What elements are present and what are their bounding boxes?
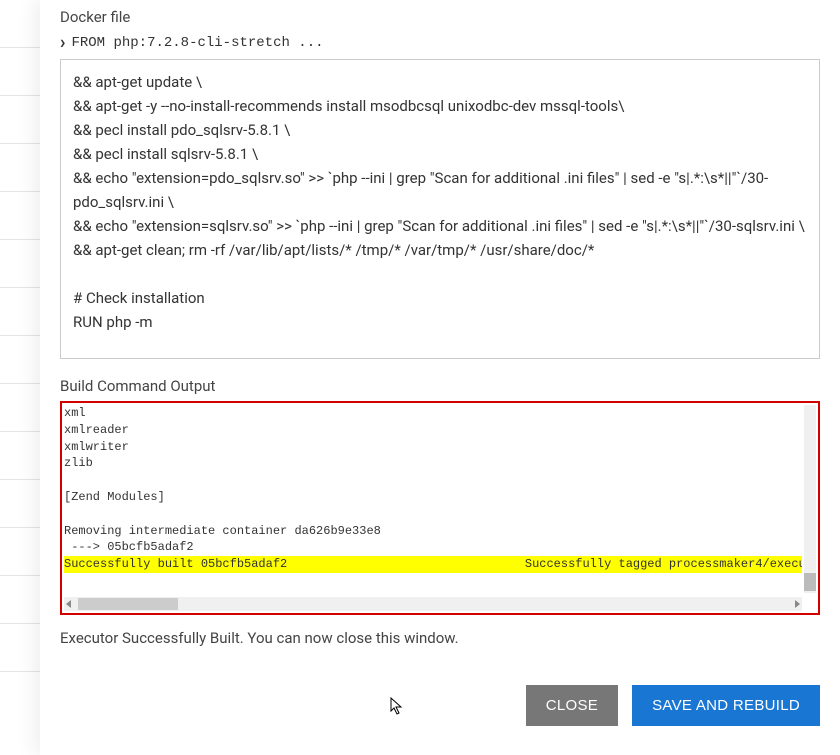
output-line: Removing intermediate container da626b9e… bbox=[64, 523, 802, 540]
output-line: xmlreader bbox=[64, 422, 802, 439]
output-vertical-scroll-thumb[interactable] bbox=[804, 573, 816, 591]
close-button[interactable]: CLOSE bbox=[526, 685, 618, 726]
build-output-box: xmlxmlreaderxmlwriterzlib [Zend Modules]… bbox=[60, 401, 820, 615]
output-line: ---> 05bcfb5adaf2 bbox=[64, 539, 802, 556]
output-line: [Zend Modules] bbox=[64, 489, 802, 506]
background-table-rows bbox=[0, 0, 40, 755]
output-line: xmlwriter bbox=[64, 439, 802, 456]
output-line: Successfully tagged processmaker4/execut… bbox=[525, 556, 802, 573]
docker-from-toggle[interactable]: › FROM php:7.2.8-cli-stretch ... bbox=[60, 32, 820, 53]
build-output-label: Build Command Output bbox=[60, 377, 820, 395]
docker-from-line: FROM php:7.2.8-cli-stretch ... bbox=[71, 35, 323, 51]
output-line: Successfully built 05bcfb5adaf2 bbox=[64, 556, 525, 573]
save-and-rebuild-button[interactable]: SAVE AND REBUILD bbox=[632, 685, 820, 726]
output-line bbox=[64, 506, 802, 523]
output-line: zlib bbox=[64, 455, 802, 472]
output-line: xml bbox=[64, 405, 802, 422]
build-output-content: xmlxmlreaderxmlwriterzlib [Zend Modules]… bbox=[64, 405, 802, 573]
modal-button-row: CLOSE SAVE AND REBUILD bbox=[60, 685, 820, 726]
output-line bbox=[64, 472, 802, 489]
output-vertical-scrollbar[interactable] bbox=[804, 405, 816, 593]
docker-build-modal: Docker file › FROM php:7.2.8-cli-stretch… bbox=[40, 0, 840, 755]
chevron-right-icon: › bbox=[60, 32, 65, 53]
build-status-text: Executor Successfully Built. You can now… bbox=[60, 629, 820, 647]
docker-file-label: Docker file bbox=[60, 8, 820, 26]
output-horizontal-scrollbar[interactable] bbox=[64, 597, 802, 611]
docker-file-textarea[interactable] bbox=[60, 59, 820, 359]
output-horizontal-scroll-thumb[interactable] bbox=[78, 598, 178, 610]
